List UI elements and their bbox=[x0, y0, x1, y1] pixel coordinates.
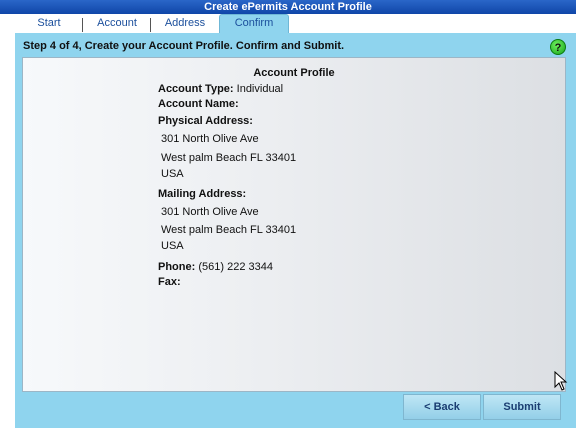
phone-label: Phone: bbox=[158, 261, 196, 273]
tab-start-label: Start bbox=[37, 17, 61, 29]
physical-address-line: USA bbox=[161, 168, 184, 180]
tab-confirm-label: Confirm bbox=[234, 17, 274, 29]
window-title: Create ePermits Account Profile bbox=[0, 0, 576, 14]
account-name-row: Account Name: bbox=[158, 98, 239, 110]
tab-address[interactable]: Address bbox=[151, 15, 219, 32]
mouse-cursor-icon bbox=[554, 371, 568, 391]
tab-address-label: Address bbox=[164, 17, 206, 29]
phone-row: Phone: (561) 222 3344 bbox=[158, 261, 273, 273]
physical-address-label: Physical Address: bbox=[158, 115, 253, 127]
tab-account-label: Account bbox=[97, 17, 137, 29]
submit-button[interactable]: Submit bbox=[483, 394, 561, 420]
account-type-value: Individual bbox=[236, 83, 284, 95]
tab-start[interactable]: Start bbox=[15, 15, 83, 32]
fax-row: Fax: bbox=[158, 276, 181, 288]
phone-value: (561) 222 3344 bbox=[198, 261, 273, 273]
physical-address-line: 301 North Olive Ave bbox=[161, 133, 259, 145]
account-type-label: Account Type: bbox=[158, 83, 234, 95]
wizard-panel: Step 4 of 4, Create your Account Profile… bbox=[15, 33, 576, 428]
step-header: Step 4 of 4, Create your Account Profile… bbox=[23, 40, 345, 52]
mailing-address-label: Mailing Address: bbox=[158, 188, 247, 200]
help-button[interactable]: ? bbox=[550, 39, 566, 55]
account-name-label: Account Name: bbox=[158, 98, 239, 110]
section-title: Account Profile bbox=[253, 67, 335, 79]
account-type-row: Account Type: Individual bbox=[158, 83, 283, 95]
mailing-address-line: USA bbox=[161, 240, 184, 252]
back-button[interactable]: < Back bbox=[403, 394, 481, 420]
mailing-address-line: 301 North Olive Ave bbox=[161, 206, 259, 218]
tab-confirm[interactable]: Confirm bbox=[219, 14, 289, 34]
physical-address-line: West palm Beach FL 33401 bbox=[161, 152, 297, 164]
wizard-tabs: Start Account Address Confirm bbox=[15, 14, 576, 34]
mailing-address-line: West palm Beach FL 33401 bbox=[161, 224, 297, 236]
fax-label: Fax: bbox=[158, 276, 181, 288]
tab-account[interactable]: Account bbox=[83, 15, 151, 32]
profile-summary: Account Profile Account Type: Individual… bbox=[22, 57, 566, 392]
